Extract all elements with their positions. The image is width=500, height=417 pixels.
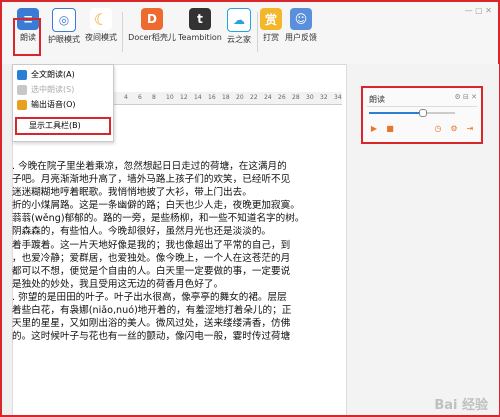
reward-label: 打赏 xyxy=(263,33,279,42)
document-line: 都可以不想，便觉是个自由的人。白天里一定要做的事，一定要说 xyxy=(12,265,291,277)
ruler-tick-label: 32 xyxy=(320,94,328,101)
settings-icon[interactable]: ⚙ xyxy=(449,124,459,134)
full-read-icon xyxy=(17,69,27,80)
ruler-tick-label: 34 xyxy=(334,94,342,101)
ruler-tick-label: 4 xyxy=(124,94,128,101)
ruler-tick-label: 20 xyxy=(236,94,244,101)
teambition-button[interactable]: t Teambition xyxy=(178,8,222,60)
document-line: 的。这时候叶子与花也有一丝的颤动，像闪电一般，霎时传过荷塘 xyxy=(12,331,291,343)
document-line: . 今晚在院子里坐着乘凉，忽然想起日日走过的荷塘，在这满月的 xyxy=(12,161,287,172)
document-line: 阴森森的，有些怕人。今晚却很好，虽然月光也还是淡淡的。 xyxy=(12,226,272,238)
progress-knob[interactable] xyxy=(419,109,428,117)
select-read-label: 选中朗读(S) xyxy=(31,85,75,94)
ruler-tick-label: 10 xyxy=(166,94,174,101)
window-controls[interactable]: — ▢ ✕ xyxy=(465,6,492,15)
document-line: . 弥望的是田田的叶子。叶子出水很高，像亭亭的舞女的裙。层层 xyxy=(12,291,287,303)
eye-mode-button[interactable]: ◎ 护眼模式 xyxy=(46,8,82,60)
export-icon[interactable]: ⇥ xyxy=(465,124,475,134)
select-read-icon xyxy=(17,84,27,95)
panel-window-controls[interactable]: ⚙ ⊟ ✕ xyxy=(455,93,477,101)
night-mode-label: 夜间模式 xyxy=(85,33,117,42)
watermark-logo: Bai 经验 xyxy=(434,398,488,413)
feedback-button[interactable]: ☺ 用户反馈 xyxy=(284,8,318,60)
cloud-home-label: 云之家 xyxy=(227,35,251,44)
reward-button[interactable]: 赏 打赏 xyxy=(260,8,282,60)
eye-icon: ◎ xyxy=(52,8,76,32)
document-line: 折的小煤屑路。这是一条幽僻的路；白天也少人走，夜晚更加寂寞。 xyxy=(12,200,300,212)
ruler-tick-label: 16 xyxy=(208,94,216,101)
speed-icon[interactable]: ◷ xyxy=(433,124,443,134)
ruler-tick-label: 28 xyxy=(292,94,300,101)
read-button-highlight xyxy=(13,18,41,56)
menu-item-select-read[interactable]: 选中朗读(S) xyxy=(17,83,74,97)
ruler-tick-label: 6 xyxy=(138,94,142,101)
separator xyxy=(257,12,258,52)
document-body[interactable]: . 今晚在院子里坐着乘凉，忽然想起日日走过的荷塘，在这满月的 子吧。月亮渐渐地升高… xyxy=(12,160,334,343)
read-progress-slider[interactable] xyxy=(369,109,455,117)
ruler-tick-label: 24 xyxy=(264,94,272,101)
cloud-home-button[interactable]: ☁ 云之家 xyxy=(224,8,254,60)
document-line: ，也爱冷静；爱群居，也爱独处。像今晚上，一个人在这苍茫的月 xyxy=(12,252,291,264)
menu-item-full-read[interactable]: 全文朗读(A) xyxy=(17,68,75,82)
teambition-icon: t xyxy=(189,8,211,30)
full-read-label: 全文朗读(A) xyxy=(31,70,75,79)
document-line: 着些白花，有袅娜(niǎo,nuó)地开着的，有羞涩地打着朵儿的；正 xyxy=(12,305,292,317)
ruler-tick-label: 8 xyxy=(152,94,156,101)
feedback-icon: ☺ xyxy=(290,8,312,30)
docer-label: Docer稻壳儿 xyxy=(128,33,176,42)
document-line: 蓊蓊(wěng)郁郁的。路的一旁，是些杨柳，和一些不知道名字的树。 xyxy=(12,213,305,225)
progress-fill xyxy=(369,112,423,114)
teambition-label: Teambition xyxy=(178,33,222,42)
output-voice-label: 输出语音(O) xyxy=(31,100,76,109)
document-line: 是独处的妙处，我且受用这无边的荷香月色好了。 xyxy=(12,278,224,290)
docer-icon: D xyxy=(141,8,163,30)
night-mode-button[interactable]: ☾ 夜间模式 xyxy=(84,8,118,60)
ruler-tick-label: 14 xyxy=(194,94,202,101)
feedback-label: 用户反馈 xyxy=(285,33,317,42)
output-voice-icon xyxy=(17,99,27,110)
ruler-tick-label: 26 xyxy=(278,94,286,101)
document-line: 着手踱着。这一片天地好像是我的；我也像超出了平常的自己，到 xyxy=(12,239,291,251)
reward-icon: 赏 xyxy=(260,8,282,30)
ruler-tick-label: 18 xyxy=(222,94,230,101)
ribbon-toolbar: ≡ 朗读 ◎ 护眼模式 ☾ 夜间模式 D Docer稻壳儿 t Teambiti… xyxy=(2,2,498,65)
ruler-tick-label: 22 xyxy=(250,94,258,101)
ruler-tick-label: 30 xyxy=(306,94,314,101)
document-line: 子吧。月亮渐渐地升高了，墙外马路上孩子们的欢笑，已经听不见 xyxy=(12,174,291,186)
cloud-icon: ☁ xyxy=(227,8,251,32)
show-toolbar-label: 显示工具栏(B) xyxy=(29,121,81,130)
docer-button[interactable]: D Docer稻壳儿 xyxy=(126,8,178,60)
document-line: 迷迷糊糊地哼着眠歌。我悄悄地披了大衫，带上门出去。 xyxy=(12,187,252,199)
panel-title: 朗读 xyxy=(369,95,385,104)
play-icon[interactable]: ▶ xyxy=(369,124,379,134)
eye-mode-label: 护眼模式 xyxy=(48,35,80,44)
ruler-tick-label: 12 xyxy=(180,94,188,101)
read-toolbar-panel: 朗读 ⚙ ⊟ ✕ ▶ ■ ◷ ⚙ ⇥ xyxy=(361,86,483,144)
stop-icon[interactable]: ■ xyxy=(385,124,395,134)
menu-item-show-toolbar[interactable]: 显示工具栏(B) xyxy=(15,117,111,135)
horizontal-ruler[interactable]: 1246810121416182022242628303234 xyxy=(92,92,342,105)
moon-icon: ☾ xyxy=(90,8,112,30)
read-dropdown-menu: 全文朗读(A) 选中朗读(S) 输出语音(O) 显示工具栏(B) xyxy=(12,64,114,142)
panel-divider xyxy=(367,106,477,107)
document-line: 天里的星星，又如刚出浴的美人。微风过处，送来缕缕清香，仿佛 xyxy=(12,318,291,330)
menu-item-output-voice[interactable]: 输出语音(O) xyxy=(17,98,76,112)
separator xyxy=(122,12,123,52)
